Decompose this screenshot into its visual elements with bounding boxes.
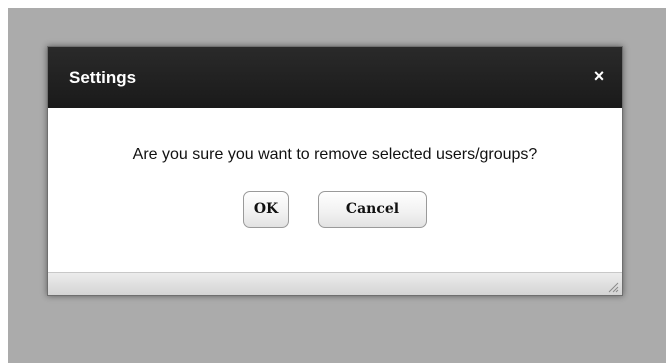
dialog-title: Settings	[69, 68, 137, 87]
resize-grip-icon[interactable]	[607, 280, 619, 293]
ok-button[interactable]: OK	[243, 191, 289, 228]
confirmation-message: Are you sure you want to remove selected…	[132, 146, 538, 163]
cancel-button[interactable]: Cancel	[318, 191, 427, 228]
settings-dialog: Settings × Are you sure you want to remo…	[47, 46, 623, 296]
dialog-footer	[48, 272, 622, 295]
dialog-titlebar[interactable]: Settings ×	[48, 47, 622, 108]
close-icon[interactable]: ×	[590, 66, 608, 86]
